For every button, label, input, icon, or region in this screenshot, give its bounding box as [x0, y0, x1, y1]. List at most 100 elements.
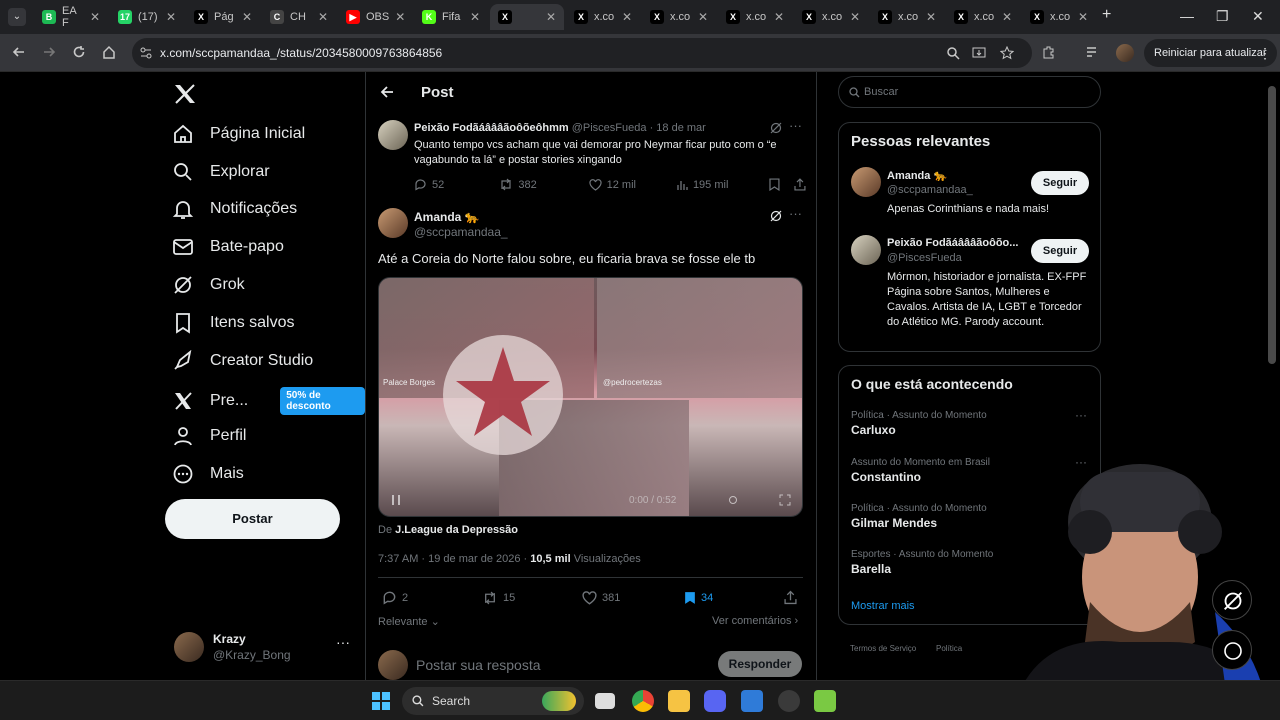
restart-to-update-button[interactable]: Reiniciar para atualizar: [1144, 39, 1277, 67]
reply-input[interactable]: Postar sua resposta: [416, 657, 541, 673]
reply-button[interactable]: 52: [414, 178, 499, 191]
nav-item[interactable]: Grok: [172, 274, 245, 296]
messages-floating-button[interactable]: [1212, 630, 1252, 670]
tab-close-icon[interactable]: ✕: [470, 10, 480, 24]
tab-close-icon[interactable]: ✕: [395, 10, 405, 24]
bookmark-button[interactable]: 34: [684, 591, 784, 605]
nav-item[interactable]: Explorar: [172, 161, 270, 183]
steam-icon[interactable]: [778, 690, 800, 712]
home-browser-icon[interactable]: [102, 45, 116, 59]
author-handle[interactable]: @PiscesFueda: [572, 122, 647, 134]
tab-close-icon[interactable]: ✕: [318, 10, 328, 24]
media-control-icon[interactable]: [1086, 45, 1100, 59]
browser-tab[interactable]: B EA F ✕: [34, 4, 108, 30]
footer-link[interactable]: Termos de Serviço: [850, 644, 916, 653]
settings-icon[interactable]: [727, 494, 739, 506]
new-tab-icon[interactable]: +: [1102, 6, 1111, 24]
tab-close-icon[interactable]: ✕: [1002, 10, 1012, 24]
share-icon[interactable]: [794, 178, 806, 191]
search-input[interactable]: Buscar: [838, 76, 1101, 108]
browser-tab[interactable]: Xx.co ✕: [1022, 4, 1096, 30]
grok-floating-button[interactable]: [1212, 580, 1252, 620]
app-icon[interactable]: [814, 690, 836, 712]
back-arrow-icon[interactable]: [380, 85, 394, 99]
app-icon[interactable]: [741, 690, 763, 712]
see-comments-link[interactable]: Ver comentários ›: [712, 615, 798, 627]
install-app-icon[interactable]: [972, 46, 986, 60]
repost-button[interactable]: 382: [499, 178, 588, 191]
tab-close-icon[interactable]: ✕: [242, 10, 252, 24]
person-name[interactable]: Amanda 🐆: [887, 169, 947, 182]
browser-tab[interactable]: 17 (17) ✕: [110, 4, 184, 30]
browser-tab[interactable]: Xx.co ✕: [946, 4, 1020, 30]
browser-tab[interactable]: C CH ✕: [262, 4, 336, 30]
trend-item[interactable]: Política · Assunto do Momento Carluxo ···: [851, 408, 1091, 448]
reply-button[interactable]: Responder: [718, 651, 802, 677]
account-switcher[interactable]: Krazy @Krazy_Bong ···: [174, 630, 364, 666]
close-window-icon[interactable]: ✕: [1252, 8, 1264, 25]
tab-close-icon[interactable]: ✕: [850, 10, 860, 24]
tab-close-icon[interactable]: ✕: [1078, 10, 1088, 24]
browser-tab[interactable]: X ✕: [490, 4, 564, 30]
profile-avatar[interactable]: [1116, 44, 1134, 62]
discord-icon[interactable]: [704, 690, 726, 712]
avatar[interactable]: [378, 208, 408, 238]
site-info-icon[interactable]: [140, 47, 152, 59]
person-handle[interactable]: @PiscesFueda: [887, 252, 962, 264]
browser-tab[interactable]: X Pág ✕: [186, 4, 260, 30]
extensions-icon[interactable]: [1042, 45, 1056, 59]
author-name[interactable]: Amanda 🐆: [414, 210, 480, 224]
author-name[interactable]: Peixão Fodãáâââãoôõeôhmm: [414, 122, 569, 134]
nav-item[interactable]: Creator Studio: [172, 350, 313, 372]
windows-start-icon[interactable]: [371, 691, 391, 711]
account-more-icon[interactable]: ···: [336, 634, 350, 650]
source-link[interactable]: J.League da Depressão: [395, 524, 518, 536]
person-handle[interactable]: @sccpamandaa_: [887, 184, 973, 196]
zoom-icon[interactable]: [946, 46, 960, 60]
nav-item[interactable]: Perfil: [172, 425, 246, 447]
taskbar-search[interactable]: Search: [402, 687, 584, 715]
tab-close-icon[interactable]: ✕: [166, 10, 176, 24]
x-logo-icon[interactable]: [174, 84, 196, 104]
repost-button[interactable]: 15: [482, 591, 582, 605]
post-button[interactable]: Postar: [165, 499, 340, 539]
views-button[interactable]: 195 mil: [676, 179, 769, 191]
footer-link[interactable]: Política: [936, 644, 962, 653]
avatar[interactable]: [851, 235, 881, 265]
follow-button[interactable]: Seguir: [1031, 171, 1089, 195]
grok-icon[interactable]: [770, 210, 782, 222]
post-more-icon[interactable]: ···: [789, 118, 802, 133]
back-icon[interactable]: [12, 45, 26, 59]
trend-more-icon[interactable]: ···: [1075, 408, 1087, 422]
follow-button[interactable]: Seguir: [1031, 239, 1089, 263]
chrome-icon[interactable]: [632, 690, 654, 712]
browser-tab[interactable]: Xx.co ✕: [870, 4, 944, 30]
share-icon[interactable]: [784, 590, 797, 605]
tab-close-icon[interactable]: ✕: [926, 10, 936, 24]
post-timestamp[interactable]: 7:37 AM · 19 de mar de 2026 ·: [378, 553, 527, 565]
nav-item[interactable]: Mais: [172, 463, 244, 485]
file-explorer-icon[interactable]: [668, 690, 690, 712]
avatar[interactable]: [851, 167, 881, 197]
promo-badge[interactable]: 50% de desconto: [280, 387, 365, 415]
like-button[interactable]: 381: [582, 590, 684, 605]
star-icon[interactable]: [1000, 46, 1014, 60]
reply-button[interactable]: 2: [382, 590, 482, 605]
post-more-icon[interactable]: ···: [789, 206, 802, 221]
sort-dropdown[interactable]: Relevante ⌄: [378, 615, 440, 628]
minimize-icon[interactable]: —: [1180, 8, 1194, 24]
post-date[interactable]: · 18 de mar: [650, 122, 706, 134]
browser-tab[interactable]: Xx.co ✕: [642, 4, 716, 30]
grok-icon[interactable]: [770, 122, 782, 134]
browser-menu-icon[interactable]: ⋮: [1258, 45, 1272, 62]
nav-item[interactable]: Pre... 50% de desconto: [172, 387, 365, 415]
pause-icon[interactable]: [391, 494, 401, 506]
restore-icon[interactable]: ❐: [1216, 8, 1229, 25]
nav-item[interactable]: Itens salvos: [172, 312, 294, 334]
author-handle[interactable]: @sccpamandaa_: [414, 225, 508, 239]
browser-tab[interactable]: Xx.co ✕: [718, 4, 792, 30]
bookmark-icon[interactable]: [769, 178, 780, 191]
forward-icon[interactable]: [42, 45, 56, 59]
video-player[interactable]: Palace Borges @pedrocertezas 0:00 / 0:52: [378, 277, 803, 517]
address-bar[interactable]: x.com/sccpamandaa_/status/20345800097638…: [132, 38, 1032, 68]
